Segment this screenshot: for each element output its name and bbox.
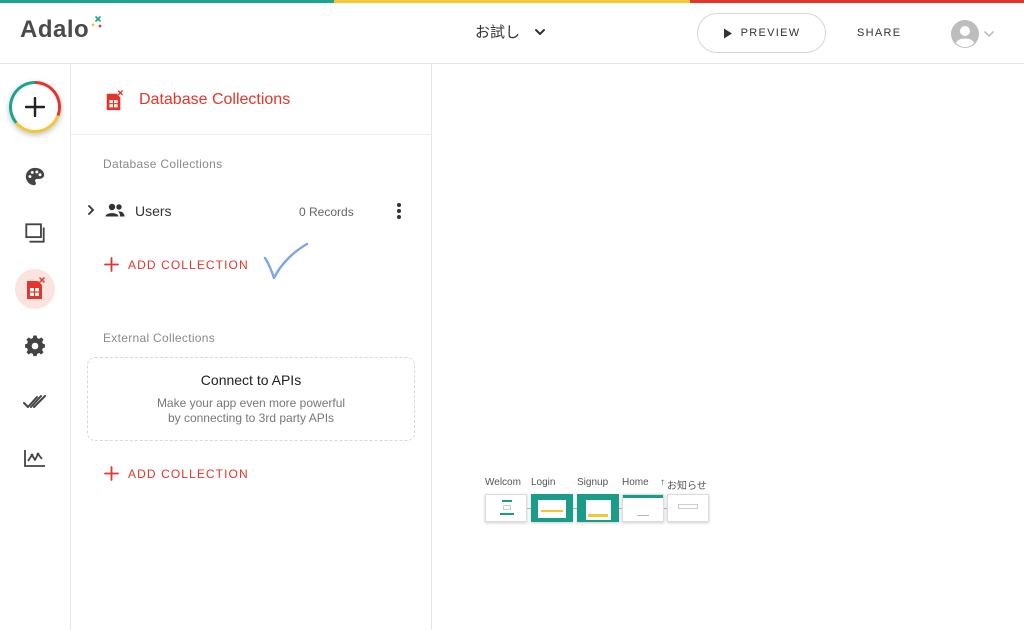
more-vert-icon[interactable] [394, 201, 404, 221]
users-icon [105, 203, 125, 217]
analytics-icon [24, 450, 45, 467]
chevron-down-icon [535, 28, 546, 35]
rail-database[interactable] [15, 269, 55, 309]
screen-thumbnail-login[interactable] [531, 494, 573, 522]
collection-row-users[interactable]: Users 0 Records [71, 196, 432, 226]
left-rail [0, 64, 71, 630]
app-name: お試し [475, 24, 521, 41]
chevron-right-icon[interactable] [87, 205, 95, 215]
app-canvas[interactable]: Welcom Login Signup Home ↑ お知らせ [433, 64, 1024, 630]
plus-icon [104, 257, 119, 272]
connect-api-card[interactable]: Connect to APIs Make your app even more … [87, 357, 415, 441]
logo-spark-icon [90, 16, 102, 30]
add-collection-button[interactable]: ADD COLLECTION [104, 257, 249, 272]
share-button[interactable]: SHARE [857, 27, 901, 39]
rail-analytics[interactable] [15, 438, 55, 478]
handdrawn-checkmark-icon [263, 242, 309, 280]
chevron-down-icon [984, 31, 994, 38]
link-arrow-icon: ↑ [660, 477, 665, 488]
api-card-title: Connect to APIs [200, 372, 302, 388]
avatar-icon [951, 20, 979, 48]
screen-thumbnail-welcome[interactable] [485, 494, 527, 522]
publish-checks-icon [23, 395, 46, 408]
database-icon [106, 90, 123, 111]
rail-publish[interactable] [15, 382, 55, 422]
screen-thumbnail-home[interactable] [622, 494, 664, 522]
logo-text: Adalo [20, 16, 90, 43]
database-panel: Database Collections Database Collection… [71, 64, 432, 630]
top-header: Adalo お試し PREVIEW SHARE [0, 3, 1024, 64]
app-switcher[interactable]: お試し [475, 21, 546, 42]
api-card-desc-line1: Make your app even more powerful [156, 396, 346, 410]
panel-title: Database Collections [139, 91, 291, 108]
database-icon [27, 277, 45, 299]
screen-label-welcome: Welcom [485, 477, 521, 488]
screen-label-home: Home [622, 477, 649, 488]
preview-button[interactable]: PREVIEW [697, 13, 826, 53]
rail-branding[interactable] [15, 157, 55, 197]
database-section-label: Database Collections [103, 157, 223, 171]
screen-label-signup: Signup [577, 477, 609, 488]
add-collection-label: ADD COLLECTION [128, 257, 249, 272]
screen-thumbnail-notice[interactable] [667, 494, 709, 522]
plus-icon [25, 97, 45, 117]
screen-thumbnail-signup[interactable] [577, 494, 619, 522]
add-component-button[interactable] [9, 81, 61, 133]
screen-label-login: Login [531, 477, 556, 488]
screen-label-notice: お知らせ [667, 481, 707, 492]
rail-settings[interactable] [15, 326, 55, 366]
preview-label: PREVIEW [740, 27, 801, 39]
account-menu[interactable] [951, 20, 995, 48]
external-section-label: External Collections [103, 331, 216, 345]
screens-icon [25, 223, 45, 243]
collection-record-count: 0 Records [299, 205, 354, 219]
play-icon [723, 28, 732, 38]
gear-icon [25, 335, 45, 357]
api-card-desc-line2: by connecting to 3rd party APIs [167, 411, 335, 425]
add-external-collection-label: ADD COLLECTION [128, 466, 249, 481]
panel-header: Database Collections [71, 64, 432, 135]
adalo-logo[interactable]: Adalo [20, 16, 102, 44]
rail-screens[interactable] [15, 213, 55, 253]
palette-icon [25, 167, 45, 186]
plus-icon [104, 466, 119, 481]
api-card-description: Make your app even more powerful by conn… [88, 396, 414, 426]
collection-name: Users [135, 203, 172, 219]
add-external-collection-button[interactable]: ADD COLLECTION [104, 466, 249, 481]
